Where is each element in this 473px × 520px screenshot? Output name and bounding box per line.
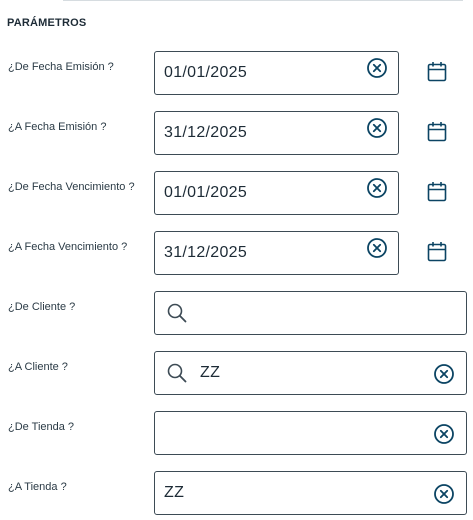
a-cliente-input[interactable]: ZZ bbox=[154, 351, 467, 395]
param-label: ¿De Fecha Vencimiento ? bbox=[8, 181, 135, 193]
close-circle-icon[interactable] bbox=[366, 57, 388, 79]
param-row-de-tienda: ¿De Tienda ? bbox=[0, 411, 473, 455]
param-label: ¿De Cliente ? bbox=[8, 301, 76, 313]
param-label: ¿A Cliente ? bbox=[8, 361, 68, 373]
param-row-de-cliente: ¿De Cliente ? bbox=[0, 291, 473, 335]
param-row-a-tienda: ¿A Tienda ? ZZ bbox=[0, 471, 473, 515]
a-fecha-emision-input[interactable]: 31/12/2025 bbox=[154, 111, 399, 155]
a-tienda-input[interactable]: ZZ bbox=[154, 471, 467, 515]
calendar-icon[interactable] bbox=[427, 61, 447, 83]
param-row-a-cliente: ¿A Cliente ? ZZ bbox=[0, 351, 473, 395]
close-circle-icon[interactable] bbox=[366, 117, 388, 139]
de-fecha-vencimiento-input[interactable]: 01/01/2025 bbox=[154, 171, 399, 215]
search-icon[interactable] bbox=[167, 363, 187, 383]
close-circle-icon[interactable] bbox=[366, 177, 388, 199]
param-label: ¿De Fecha Emisión ? bbox=[8, 61, 114, 73]
close-circle-icon[interactable] bbox=[433, 423, 455, 445]
de-fecha-emision-input[interactable]: 01/01/2025 bbox=[154, 51, 399, 95]
calendar-icon[interactable] bbox=[427, 181, 447, 203]
param-label: ¿De Tienda ? bbox=[8, 421, 75, 433]
close-circle-icon[interactable] bbox=[433, 483, 455, 505]
section-title: PARÁMETROS bbox=[7, 17, 87, 29]
de-tienda-input[interactable] bbox=[154, 411, 467, 455]
param-row-de-fecha-vencimiento: ¿De Fecha Vencimiento ? 01/01/2025 bbox=[0, 171, 473, 215]
field-value: ZZ bbox=[164, 484, 185, 501]
calendar-icon[interactable] bbox=[427, 121, 447, 143]
a-fecha-vencimiento-input[interactable]: 31/12/2025 bbox=[154, 231, 399, 275]
param-label: ¿A Tienda ? bbox=[8, 481, 67, 493]
close-circle-icon[interactable] bbox=[366, 237, 388, 259]
field-value: 31/12/2025 bbox=[164, 244, 248, 261]
search-icon[interactable] bbox=[167, 303, 187, 323]
param-row-de-fecha-emision: ¿De Fecha Emisión ? 01/01/2025 bbox=[0, 51, 473, 95]
close-circle-icon[interactable] bbox=[433, 363, 455, 385]
parameters-panel: PARÁMETROS ¿De Fecha Emisión ? 01/01/202… bbox=[0, 0, 473, 520]
field-value: 31/12/2025 bbox=[164, 124, 248, 141]
divider bbox=[63, 0, 463, 1]
param-label: ¿A Fecha Emisión ? bbox=[8, 121, 107, 133]
param-row-a-fecha-emision: ¿A Fecha Emisión ? 31/12/2025 bbox=[0, 111, 473, 155]
de-cliente-input[interactable] bbox=[154, 291, 467, 335]
param-row-a-fecha-vencimiento: ¿A Fecha Vencimiento ? 31/12/2025 bbox=[0, 231, 473, 275]
param-label: ¿A Fecha Vencimiento ? bbox=[8, 241, 128, 253]
field-value: ZZ bbox=[200, 364, 221, 381]
calendar-icon[interactable] bbox=[427, 241, 447, 263]
field-value: 01/01/2025 bbox=[164, 184, 248, 201]
field-value: 01/01/2025 bbox=[164, 64, 248, 81]
